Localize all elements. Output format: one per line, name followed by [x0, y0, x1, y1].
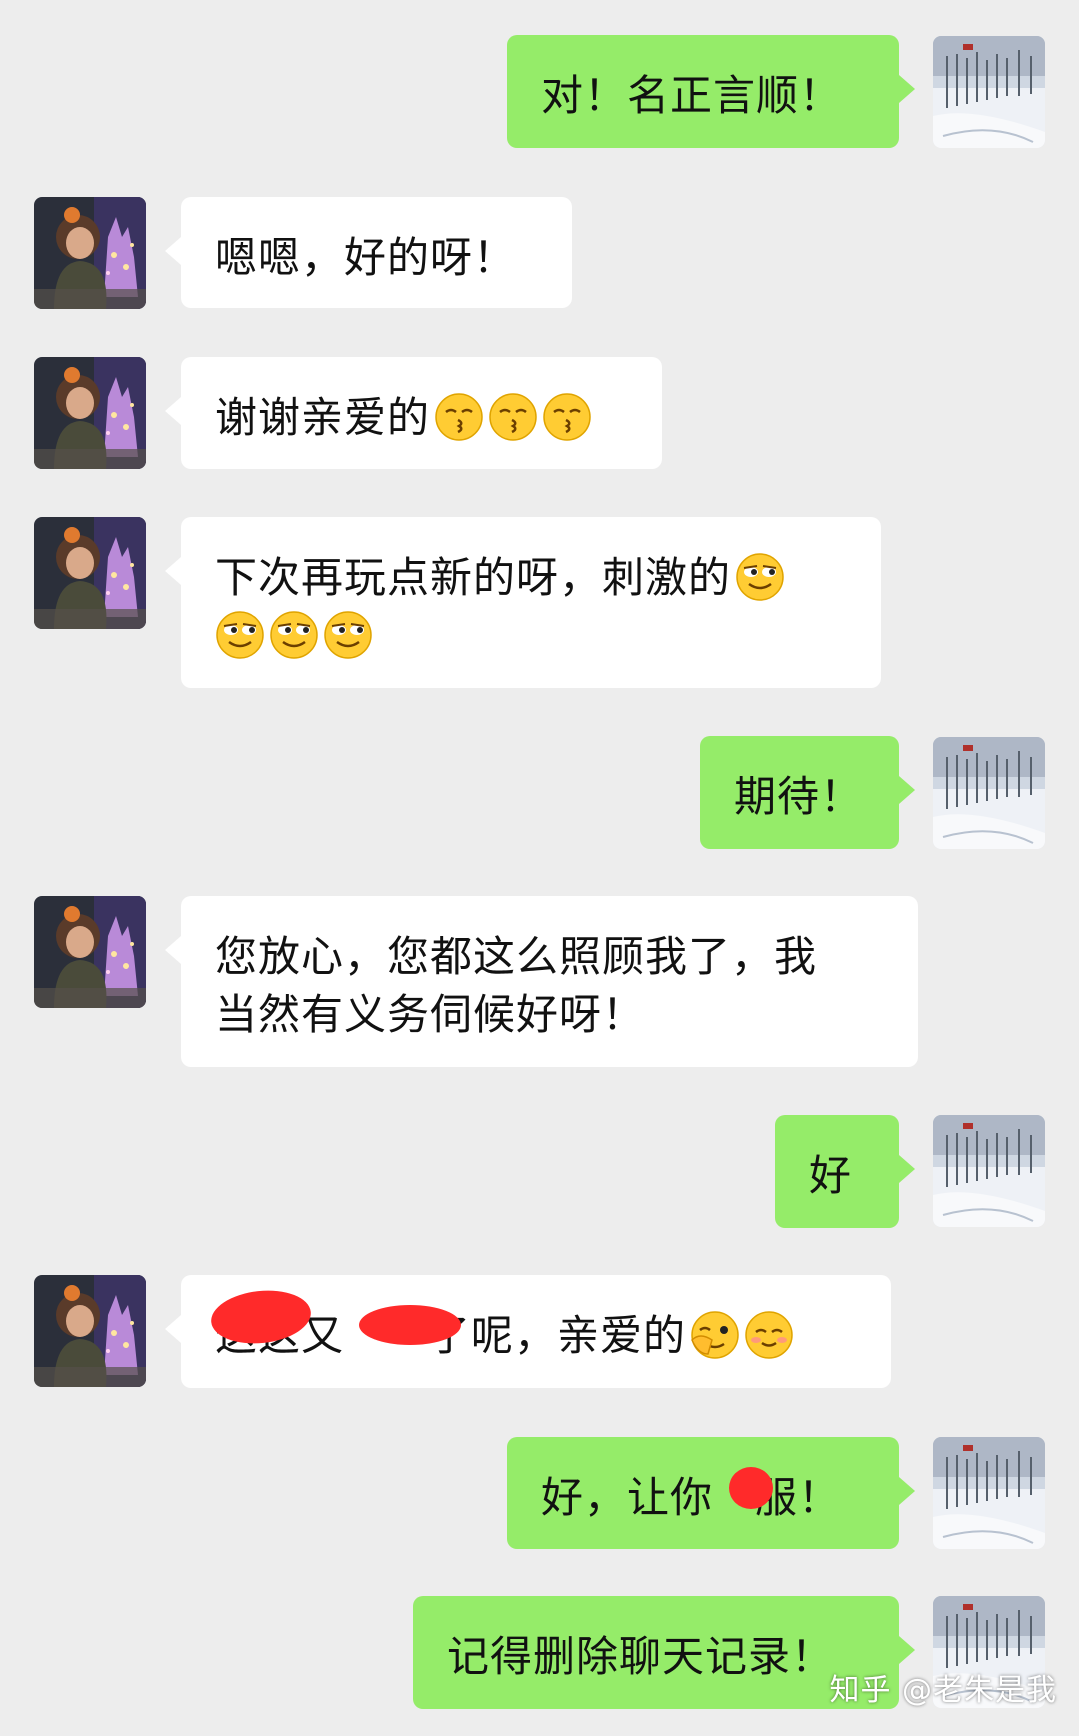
kiss-face-icon: [434, 392, 484, 442]
smirk-face-icon: [269, 610, 319, 660]
message-bubble-incoming[interactable]: 嗯嗯，好的呀！: [165, 197, 572, 308]
avatar-self[interactable]: [933, 36, 1045, 148]
message-text: 好: [809, 1151, 853, 1200]
message-bubble-outgoing[interactable]: 对！名正言顺！: [507, 35, 915, 148]
avatar-contact[interactable]: [34, 896, 146, 1008]
message-text: 记得删除聊天记录！: [447, 1632, 835, 1681]
wink-face-icon: [690, 1310, 740, 1360]
message-text-line: 当然有义务伺候好呀！: [215, 990, 646, 1039]
avatar-self[interactable]: [933, 1437, 1045, 1549]
smirk-face-icon: [735, 552, 785, 602]
chat-thread: 对！名正言顺！ 嗯嗯，好的呀！ 谢谢亲爱的 下次再玩点新的呀，刺激的 期待！ 您…: [0, 0, 1079, 1736]
message-text: 下次再玩点新的呀，刺激的: [215, 553, 732, 602]
kiss-face-icon: [542, 392, 592, 442]
message-text: 谢谢亲爱的: [215, 393, 431, 442]
smirk-face-icon: [215, 610, 265, 660]
message-bubble-outgoing[interactable]: 期待！: [700, 736, 915, 849]
redaction-mark: [359, 1305, 461, 1345]
avatar-contact[interactable]: [34, 197, 146, 309]
message-text-line: 您放心，您都这么照顾我了，我: [215, 932, 818, 981]
avatar-contact[interactable]: [34, 517, 146, 629]
message-text: 了呢，亲爱的: [428, 1311, 687, 1360]
watermark-text: 知乎 @老朱是我: [829, 1673, 1057, 1708]
message-bubble-outgoing[interactable]: 记得删除聊天记录！: [413, 1596, 915, 1709]
message-bubble-outgoing[interactable]: 好，让你 服！: [507, 1437, 915, 1549]
avatar-self[interactable]: [933, 1115, 1045, 1227]
kiss-face-icon: [488, 392, 538, 442]
avatar-self[interactable]: [933, 737, 1045, 849]
avatar-contact[interactable]: [34, 357, 146, 469]
message-text: 对！名正言顺！: [541, 71, 843, 120]
blush-face-icon: [744, 1310, 794, 1360]
message-bubble-incoming[interactable]: 这这又了呢，亲爱的: [165, 1275, 891, 1388]
avatar-contact[interactable]: [34, 1275, 146, 1387]
message-bubble-incoming[interactable]: 下次再玩点新的呀，刺激的: [165, 517, 881, 688]
message-text: 期待！: [734, 772, 864, 821]
message-bubble-incoming[interactable]: 您放心，您都这么照顾我了，我 当然有义务伺候好呀！: [165, 896, 918, 1067]
smirk-face-icon: [323, 610, 373, 660]
message-text: 好，让你: [541, 1473, 714, 1522]
message-bubble-outgoing[interactable]: 好: [775, 1115, 915, 1228]
message-bubble-incoming[interactable]: 谢谢亲爱的: [165, 357, 662, 469]
redaction-mark: [729, 1467, 773, 1509]
message-text: 嗯嗯，好的呀！: [215, 233, 517, 282]
